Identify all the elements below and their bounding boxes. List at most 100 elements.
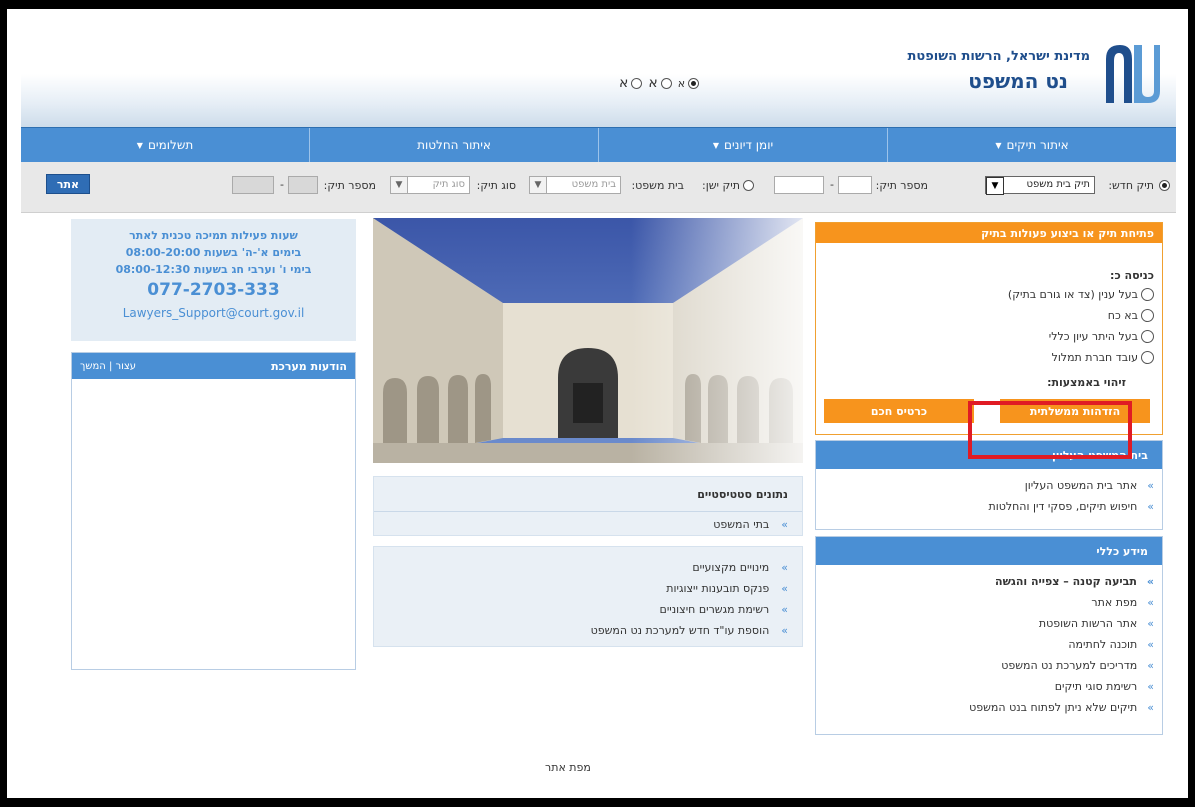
double-chevron-icon: » — [1147, 638, 1154, 651]
list-item[interactable]: » הוספת עו"ד חדש למערכת נט המשפט — [374, 620, 802, 641]
radio-icon[interactable] — [1141, 288, 1154, 301]
footer-sitemap-link[interactable]: מפת אתר — [545, 761, 591, 774]
list-item[interactable]: » פנקס תובענות ייצוגיות — [374, 578, 802, 599]
smart-card-button[interactable]: כרטיס חכם — [824, 399, 974, 423]
role-option[interactable]: בעל היתר עיון כללי — [1049, 330, 1154, 343]
double-chevron-icon: » — [1147, 500, 1154, 513]
language-selector: א א א — [619, 75, 700, 91]
chevron-down-icon: ▼ — [712, 140, 719, 150]
radio-icon[interactable] — [1141, 330, 1154, 343]
dash: - — [280, 178, 284, 191]
link-label: תוכנה לחתימה — [1068, 638, 1138, 651]
link-label: בתי המשפט — [713, 517, 770, 531]
chevron-down-icon: ▼ — [530, 177, 547, 193]
link-label: חיפוש תיקים, פסקי דין והחלטות — [988, 500, 1138, 513]
nav-label: יומן דיונים — [724, 138, 774, 152]
highlight-box — [968, 401, 1132, 459]
new-case-label: תיק חדש: — [1108, 179, 1154, 192]
role-label: עובד חברת תמלול — [1051, 351, 1138, 364]
lang-label: א — [648, 75, 658, 91]
radio-icon[interactable] — [660, 77, 672, 89]
support-email-link[interactable]: Lawyers_Support@court.gov.il — [71, 306, 356, 320]
old-case-number-input-1[interactable] — [288, 176, 318, 194]
court-logo-icon[interactable] — [1102, 41, 1162, 105]
double-chevron-icon: » — [1147, 680, 1154, 693]
old-case-radio[interactable] — [743, 180, 754, 191]
new-case-radio[interactable] — [1159, 180, 1170, 191]
supreme-court-building-image — [373, 218, 803, 463]
list-item[interactable]: » מפת אתר — [816, 592, 1162, 613]
radio-icon[interactable] — [631, 77, 643, 89]
radio-icon[interactable] — [1141, 309, 1154, 322]
court-select[interactable]: בית משפט ▼ — [529, 176, 621, 194]
system-messages-title: הודעות מערכת — [271, 359, 347, 373]
case-number-month-input[interactable] — [838, 176, 872, 194]
lang-label: א — [677, 76, 686, 90]
list-item[interactable]: » מדריכים למערכת נט המשפט — [816, 655, 1162, 676]
statistics-panel: נתונים סטטיסטיים » בתי המשפט — [373, 476, 803, 536]
case-number-label-old: מספר תיק: — [323, 179, 376, 192]
double-chevron-icon: » — [1146, 575, 1154, 588]
nav-hearing-calendar[interactable]: יומן דיונים ▼ — [598, 128, 887, 162]
list-item[interactable]: » רשימת מגשרים חיצוניים — [374, 599, 802, 620]
tech-support-box: שעות פעילות תמיכה טכנית לאתר בימים א'-ה'… — [71, 219, 356, 341]
list-item[interactable]: » חיפוש תיקים, פסקי דין והחלטות — [816, 496, 1162, 517]
chevron-down-icon: ▼ — [391, 177, 408, 193]
nav-payments[interactable]: תשלומים ▼ — [21, 128, 309, 162]
general-info-panel: מידע כללי » תביעה קטנה – צפייה והגשה » מפת… — [815, 536, 1163, 735]
role-label: בעל היתר עיון כללי — [1048, 330, 1138, 343]
chevron-down-icon: ▼ — [136, 140, 143, 150]
role-option[interactable]: בעל ענין (צד או גורם בתיק) — [1008, 288, 1154, 301]
double-chevron-icon: » — [1147, 617, 1154, 630]
link-label: רשימת סוגי תיקים — [1054, 680, 1138, 693]
site-title[interactable]: נט המשפט — [968, 69, 1068, 93]
misc-links-panel: » מינויים מקצועיים » פנקס תובענות ייצוגיות… — [373, 546, 803, 647]
search-go-button[interactable]: אתר — [46, 174, 90, 194]
case-number-label: מספר תיק: — [875, 179, 928, 192]
link-label: הוספת עו"ד חדש למערכת נט המשפט — [590, 624, 770, 637]
login-as-label: כניסה כ: — [1110, 269, 1154, 282]
main-nav: איתור תיקים ▼ יומן דיונים ▼ איתור החלטות ת… — [21, 127, 1176, 163]
court-case-select[interactable]: תיק בית משפט ▼ — [985, 176, 1095, 195]
support-hours-friday: בימי ו' וערבי חג בשעות 08:00-12:30 — [115, 263, 312, 276]
nav-label: איתור החלטות — [417, 138, 491, 152]
radio-icon[interactable] — [1141, 351, 1154, 364]
list-item[interactable]: » רשימת סוגי תיקים — [816, 676, 1162, 697]
role-option[interactable]: בא כח — [1108, 309, 1154, 322]
case-search-bar: תיק חדש: תיק בית משפט ▼ מספר תיק: - תיק … — [21, 162, 1176, 213]
case-number-input[interactable] — [774, 176, 824, 194]
link-label: מדריכים למערכת נט המשפט — [1001, 659, 1138, 672]
support-hours-title: שעות פעילות תמיכה טכנית לאתר — [129, 229, 298, 242]
nav-decision-search[interactable]: איתור החלטות — [309, 128, 598, 162]
lang-label: א — [619, 75, 629, 91]
link-label: תביעה קטנה – צפייה והגשה — [995, 575, 1137, 588]
link-label: אתר בית המשפט העליון — [1024, 479, 1138, 492]
lang-option-1[interactable]: א — [677, 76, 700, 90]
list-item[interactable]: » בתי המשפט — [374, 512, 802, 536]
list-item[interactable]: » תיקים שלא ניתן לפתוח בנט המשפט — [816, 697, 1162, 718]
list-item[interactable]: » תביעה קטנה – צפייה והגשה — [816, 571, 1162, 592]
chevron-down-icon: ▼ — [986, 177, 1004, 195]
list-item[interactable]: » אתר הרשות השופטת — [816, 613, 1162, 634]
select-value: בית משפט — [571, 179, 616, 190]
general-info-links: » תביעה קטנה – צפייה והגשה » מפת אתר » אתר … — [816, 565, 1162, 724]
ticker-controls[interactable]: עצור | המשך — [80, 361, 136, 372]
nav-label: תשלומים — [147, 138, 194, 152]
lang-option-2[interactable]: א — [648, 75, 672, 91]
lang-option-3[interactable]: א — [619, 75, 643, 91]
list-item[interactable]: » אתר בית המשפט העליון — [816, 475, 1162, 496]
nav-case-search[interactable]: איתור תיקים ▼ — [887, 128, 1176, 162]
old-case-number-input-2[interactable] — [232, 176, 274, 194]
role-option[interactable]: עובד חברת תמלול — [1052, 351, 1154, 364]
radio-icon[interactable] — [688, 77, 700, 89]
select-value: סוג תיק — [432, 179, 465, 190]
double-chevron-icon: » — [781, 624, 788, 637]
identify-by-label: זיהוי באמצעות: — [1047, 376, 1126, 389]
case-type-select[interactable]: סוג תיק ▼ — [390, 176, 470, 194]
select-value: תיק בית משפט — [1026, 179, 1090, 190]
list-item[interactable]: » תוכנה לחתימה — [816, 634, 1162, 655]
dash: - — [830, 178, 834, 191]
link-label: מינויים מקצועיים — [692, 561, 770, 574]
case-type-label: סוג תיק: — [476, 179, 516, 192]
list-item[interactable]: » מינויים מקצועיים — [374, 557, 802, 578]
